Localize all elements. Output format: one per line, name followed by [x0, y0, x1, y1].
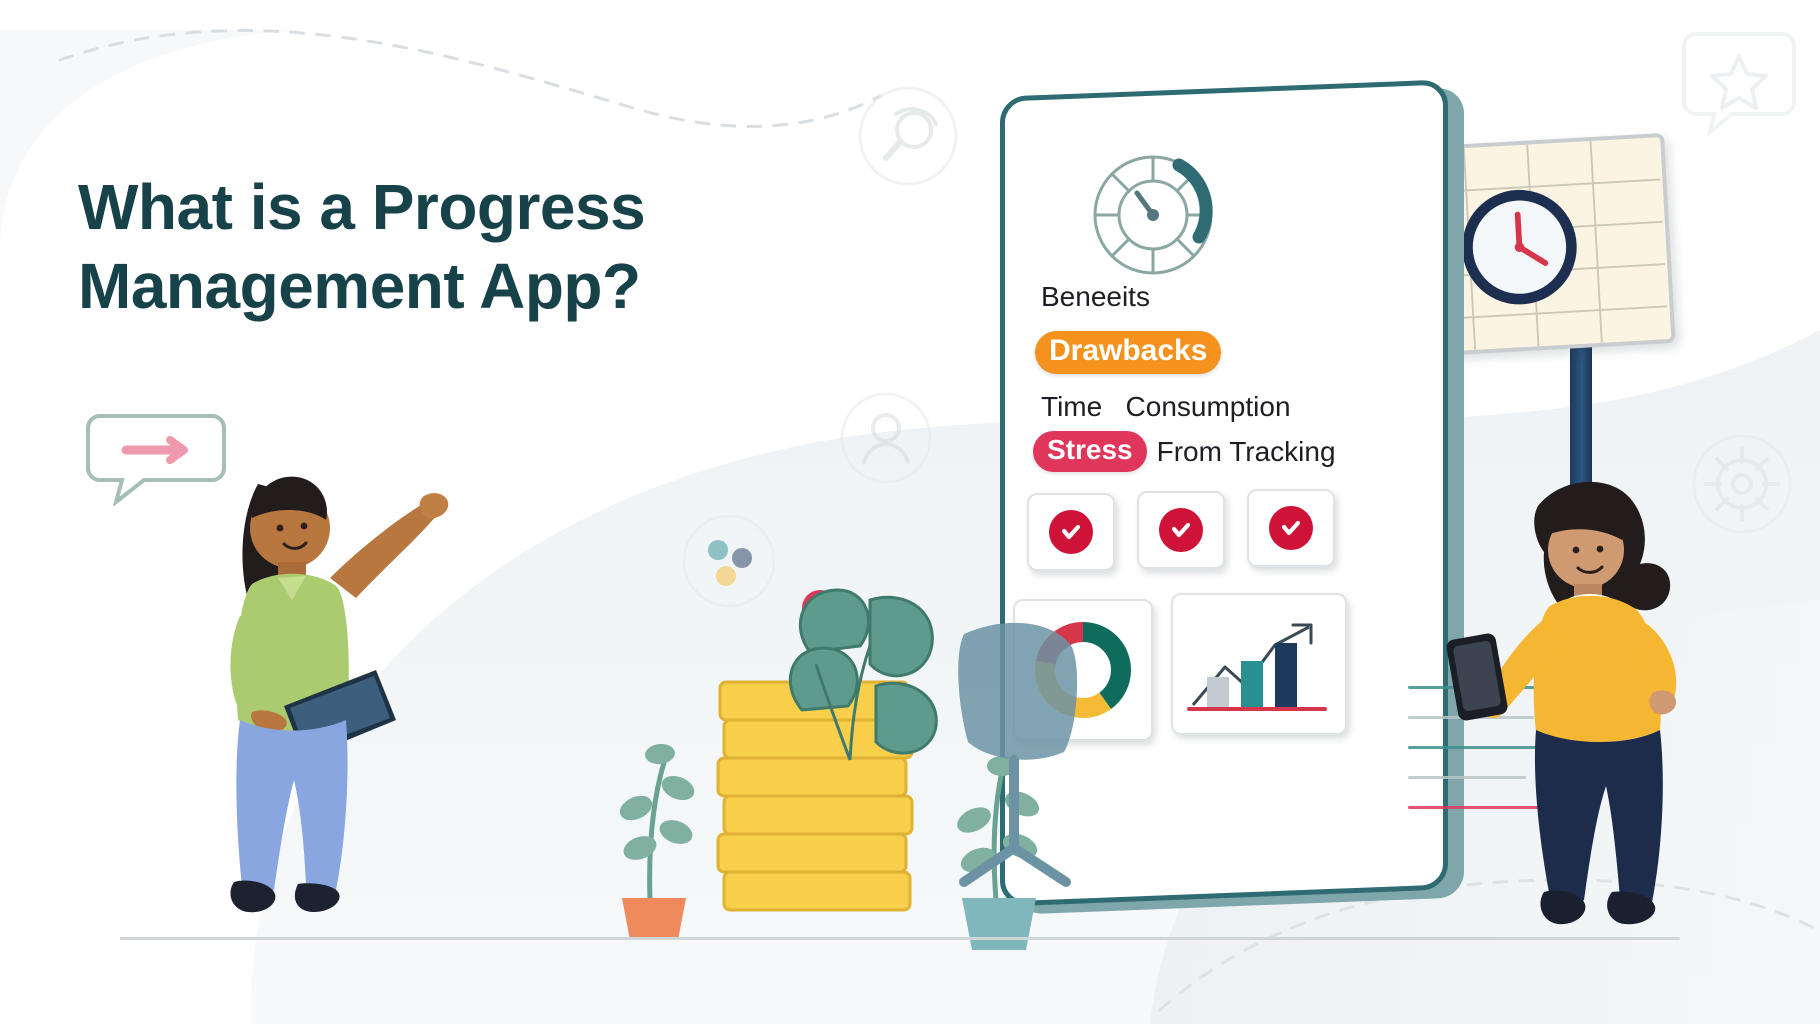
row-pill-drawbacks[interactable]: Drawbacks: [1035, 331, 1222, 374]
woman-pointing-with-tablet: [230, 476, 449, 913]
check-card-2[interactable]: [1137, 491, 1225, 569]
from-tracking-label: From Tracking: [1156, 435, 1336, 467]
headline-line-1: What is a Progress: [78, 171, 646, 243]
bar-chart-growth-icon: [1187, 623, 1327, 711]
stress-pill-label[interactable]: Stress: [1033, 431, 1147, 472]
row-stress-from-tracking: Stress From Tracking: [1033, 431, 1336, 472]
illustration-canvas: What is a Progress Management App? Benee…: [0, 0, 1820, 1024]
drawbacks-pill-label: Drawbacks: [1035, 331, 1222, 374]
magnifier-search-icon: [858, 86, 958, 186]
consumption-label: Consumption: [1125, 391, 1291, 422]
bar-chart-card[interactable]: [1171, 593, 1347, 735]
check-card-1[interactable]: [1027, 493, 1115, 571]
check-card-3[interactable]: [1247, 489, 1335, 567]
woman-holding-phone: [1446, 481, 1677, 925]
office-chair: [958, 622, 1078, 887]
user-avatar-icon: [840, 392, 932, 484]
row-label-benefits: Beneeits: [1041, 281, 1150, 312]
time-label: Time: [1041, 391, 1103, 422]
page-title: What is a Progress Management App?: [78, 168, 918, 325]
speedometer-gauge-icon: [1093, 155, 1213, 275]
row-time-consumption: Time Consumption: [1041, 391, 1291, 423]
star-speech-bubble-icon: [1682, 32, 1796, 138]
headline-line-2: Management App?: [78, 249, 641, 322]
check-circle-icon: [1269, 506, 1313, 550]
check-circle-icon: [1049, 510, 1093, 554]
check-circle-icon: [1159, 508, 1203, 552]
